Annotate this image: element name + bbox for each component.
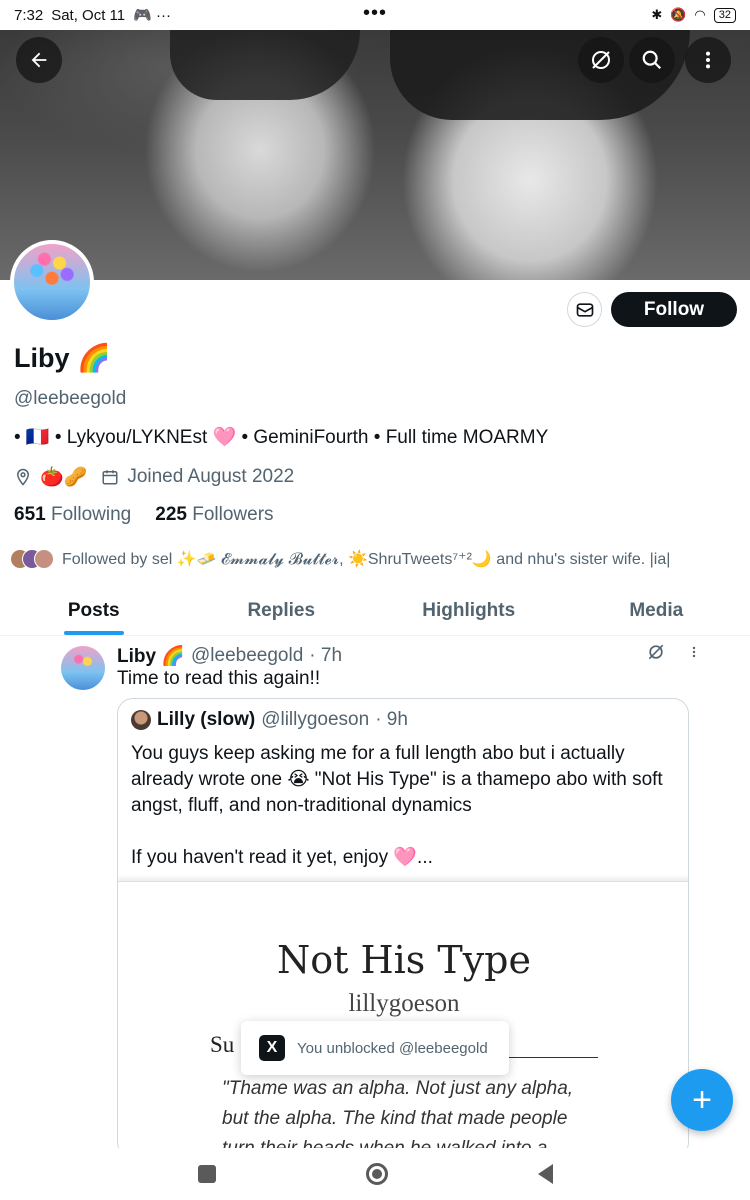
gamepad-icon: 🎮 ··· bbox=[133, 7, 171, 24]
quote-avatar bbox=[131, 710, 151, 730]
status-overflow: ••• bbox=[362, 2, 388, 24]
post-time: · 7h bbox=[309, 645, 343, 666]
grok-icon[interactable] bbox=[646, 642, 666, 662]
envelope-icon bbox=[576, 302, 593, 317]
post-avatar[interactable] bbox=[61, 646, 105, 690]
wifi-icon: ◠ bbox=[694, 7, 706, 22]
followed-by-text: Followed by sel ✨🧈 𝓔𝓶𝓶𝓪𝓵𝔂 𝓑𝓾𝓽𝓽𝓮𝓻, ☀️Shru… bbox=[62, 551, 671, 568]
quote-image[interactable]: Not His Type lillygoeson Su "Thame was a… bbox=[118, 881, 688, 1157]
post-text: Time to read this again!! bbox=[117, 668, 321, 689]
home-icon[interactable] bbox=[365, 1163, 388, 1185]
quote-author: Lilly (slow) bbox=[157, 709, 256, 730]
followed-by-avatars bbox=[10, 549, 54, 569]
following-link[interactable]: 651 Following bbox=[14, 504, 131, 526]
quote-text: You guys keep asking me for a full lengt… bbox=[131, 743, 663, 868]
search-icon[interactable] bbox=[629, 37, 675, 83]
tab-media[interactable]: Media bbox=[563, 590, 750, 635]
profile-joined: Joined August 2022 bbox=[127, 466, 295, 487]
image-author: lillygoeson bbox=[348, 990, 460, 1017]
mute-icon: 🔕 bbox=[670, 7, 687, 22]
back-icon[interactable] bbox=[537, 1164, 553, 1184]
compose-button[interactable]: + bbox=[671, 1069, 733, 1131]
recents-icon[interactable] bbox=[197, 1165, 216, 1183]
profile-location: 🍅🥜 bbox=[40, 467, 88, 488]
status-time: 7:32 bbox=[14, 6, 44, 24]
status-date: Sat, Oct 11 bbox=[51, 6, 126, 24]
profile-meta: 🍅🥜 Joined August 2022 bbox=[14, 465, 294, 489]
back-arrow-icon[interactable] bbox=[16, 37, 62, 83]
tab-replies[interactable]: Replies bbox=[188, 590, 376, 635]
x-logo-icon: X bbox=[259, 1035, 285, 1061]
post-handle[interactable]: @leebeegold bbox=[191, 645, 303, 667]
post-actions bbox=[646, 642, 702, 662]
follow-counts: 651 Following 225 Followers bbox=[14, 504, 274, 526]
profile-handle: @leebeegold bbox=[14, 388, 127, 409]
image-title: Not His Type bbox=[277, 938, 531, 982]
tab-highlights[interactable]: Highlights bbox=[375, 590, 563, 635]
location-icon bbox=[16, 468, 30, 486]
message-button[interactable] bbox=[567, 292, 602, 327]
quote-time: · 9h bbox=[375, 709, 408, 730]
image-excerpt: "Thame was an alpha. Not just any alpha,… bbox=[222, 1078, 574, 1157]
toast-text: You unblocked @leebeegold bbox=[297, 1039, 488, 1057]
status-bar: 7:32 Sat, Oct 11 🎮 ··· ••• ✱ 🔕 ◠ 32 bbox=[0, 0, 750, 30]
calendar-icon bbox=[102, 470, 118, 485]
profile-avatar[interactable] bbox=[10, 240, 94, 324]
follow-button[interactable]: Follow bbox=[611, 292, 737, 327]
followers-link[interactable]: 225 Followers bbox=[155, 504, 273, 526]
profile-tabs: Posts Replies Highlights Media bbox=[0, 590, 750, 636]
profile-banner bbox=[0, 30, 750, 280]
post-author[interactable]: Liby 🌈 bbox=[117, 644, 185, 668]
quote-handle: @lillygoeson bbox=[261, 709, 370, 730]
profile-bio: • 🇫🇷 • Lykyou/LYKNEst 🩷 • GeminiFourth •… bbox=[14, 427, 549, 448]
image-summary-label: Su bbox=[210, 1032, 235, 1057]
quote-header: Lilly (slow) @lillygoeson · 9h bbox=[131, 709, 408, 731]
unblock-toast: X You unblocked @leebeegold bbox=[241, 1021, 509, 1075]
more-vertical-icon[interactable] bbox=[686, 642, 702, 662]
battery-icon: 32 bbox=[713, 7, 736, 23]
followed-by[interactable]: Followed by sel ✨🧈 𝓔𝓶𝓶𝓪𝓵𝔂 𝓑𝓾𝓽𝓽𝓮𝓻, ☀️Shru… bbox=[10, 549, 670, 569]
profile-name: Liby 🌈 bbox=[14, 343, 111, 373]
bluetooth-icon: ✱ bbox=[651, 7, 663, 22]
system-nav-bar bbox=[0, 1148, 750, 1200]
tab-posts[interactable]: Posts bbox=[0, 590, 188, 635]
post-header: Liby 🌈 @leebeegold · 7h bbox=[117, 644, 342, 668]
more-vertical-icon[interactable] bbox=[685, 37, 731, 83]
grok-icon[interactable] bbox=[578, 37, 624, 83]
quoted-post[interactable]: Lilly (slow) @lillygoeson · 9h You guys … bbox=[117, 698, 689, 1158]
